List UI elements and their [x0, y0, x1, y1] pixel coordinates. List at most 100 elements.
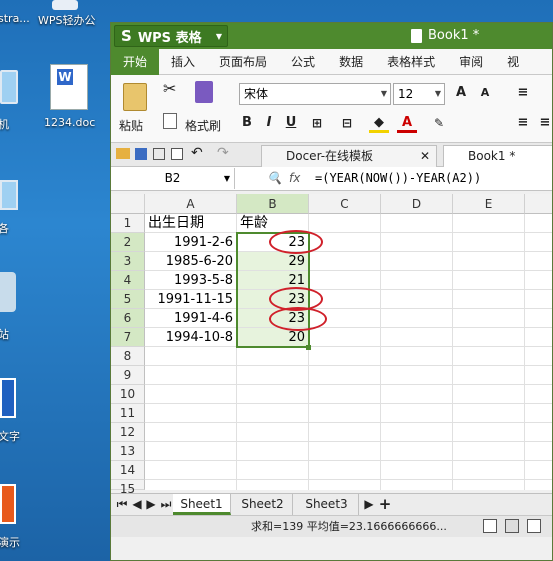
desktop-icon-presentation-label[interactable]: 演示	[0, 534, 20, 550]
desktop-icon-wps-label[interactable]: WPS轻办公	[38, 12, 96, 28]
close-icon[interactable]: ✕	[420, 146, 430, 166]
cell-a4[interactable]: 1993-5-8	[145, 271, 237, 290]
row-header[interactable]: 2	[111, 233, 145, 252]
cell-a1[interactable]: 出生日期	[145, 214, 237, 233]
cell-a6[interactable]: 1991-4-6	[145, 309, 237, 328]
cell-b1[interactable]: 年龄	[237, 214, 309, 233]
next-sheet-nav-icon[interactable]: ▶	[145, 494, 157, 515]
normal-view-icon[interactable]	[483, 519, 497, 533]
recycle-bin-icon[interactable]	[0, 272, 16, 312]
italic-button[interactable]: I	[259, 113, 279, 133]
font-name-select[interactable]: 宋体 ▼	[239, 83, 391, 105]
menu-formulas[interactable]: 公式	[279, 49, 327, 75]
desktop-icon-writer-label[interactable]: 文字	[0, 428, 20, 444]
cell-a7[interactable]: 1994-10-8	[145, 328, 237, 347]
zoom-search-icon[interactable]: 🔍	[267, 171, 282, 185]
sheet-tab-sheet3[interactable]: Sheet3	[295, 494, 359, 515]
tab-book1[interactable]: Book1 *	[443, 145, 552, 167]
row-header[interactable]: 8	[111, 347, 145, 366]
copy-icon[interactable]	[163, 113, 177, 129]
column-header-b[interactable]: B	[237, 194, 309, 214]
menu-home[interactable]: 开始	[111, 48, 160, 75]
column-header-a[interactable]: A	[145, 194, 237, 214]
last-sheet-nav-icon[interactable]: ⏭	[159, 494, 173, 515]
formula-input[interactable]: =(YEAR(NOW())-YEAR(A2))	[315, 168, 481, 189]
cell-a5[interactable]: 1991-11-15	[145, 290, 237, 309]
undo-icon[interactable]: ↶	[191, 145, 203, 161]
row-header[interactable]: 10	[111, 385, 145, 404]
menu-insert[interactable]: 插入	[159, 49, 207, 75]
cell-b6[interactable]: 23	[237, 309, 309, 328]
cut-icon[interactable]: ✂	[163, 79, 176, 98]
redo-icon[interactable]: ↷	[217, 145, 229, 161]
column-header-f[interactable]	[525, 194, 552, 214]
print-icon[interactable]	[153, 148, 165, 160]
row-header[interactable]: 7	[111, 328, 145, 347]
cell-b3[interactable]: 29	[237, 252, 309, 271]
row-header[interactable]: 12	[111, 423, 145, 442]
add-sheet-button[interactable]: +	[377, 494, 393, 515]
row-header[interactable]: 11	[111, 404, 145, 423]
cell-a3[interactable]: 1985-6-20	[145, 252, 237, 271]
cell-b5[interactable]: 23	[237, 290, 309, 309]
paste-icon[interactable]	[123, 83, 147, 111]
sheet-tab-sheet1[interactable]: Sheet1	[173, 494, 231, 515]
menu-view[interactable]: 视	[495, 49, 531, 75]
cell-b7[interactable]: 20	[237, 328, 309, 347]
menu-page-layout[interactable]: 页面布局	[207, 49, 279, 75]
wps-presentation-icon[interactable]	[0, 484, 16, 524]
desktop-icon-computer-label[interactable]: 机	[0, 116, 9, 132]
decrease-font-icon[interactable]: A	[475, 83, 495, 103]
wps-app-menu-button[interactable]: S WPS 表格 ▼	[114, 25, 228, 47]
font-color-icon[interactable]: A	[397, 113, 417, 133]
network-icon[interactable]	[0, 180, 18, 210]
scroll-right-icon[interactable]: ▶	[363, 494, 375, 515]
page-break-view-icon[interactable]	[505, 519, 519, 533]
tab-docer-templates[interactable]: Docer-在线模板 ✕	[261, 145, 437, 167]
format-painter-icon[interactable]	[195, 81, 213, 103]
row-header[interactable]: 13	[111, 442, 145, 461]
sheet-tab-sheet2[interactable]: Sheet2	[233, 494, 293, 515]
insert-function-button[interactable]: fx	[289, 171, 300, 185]
computer-icon[interactable]	[0, 70, 18, 104]
column-header-e[interactable]: E	[453, 194, 525, 214]
border-icon[interactable]: ⊞	[307, 113, 327, 133]
merge-icon[interactable]: ⊟	[337, 113, 357, 133]
wps-writer-icon[interactable]	[0, 378, 16, 418]
row-header[interactable]: 15	[111, 480, 145, 496]
fill-color-icon[interactable]: ◆	[369, 113, 389, 133]
fill-handle[interactable]	[306, 345, 311, 350]
paste-button[interactable]: 粘贴	[119, 117, 143, 134]
desktop-icon-label[interactable]: stra...	[0, 12, 30, 25]
page-layout-view-icon[interactable]	[527, 519, 541, 533]
first-sheet-nav-icon[interactable]: ⏮	[115, 494, 129, 515]
prev-sheet-nav-icon[interactable]: ◀	[131, 494, 143, 515]
wps-cloud-icon[interactable]	[52, 0, 78, 10]
column-header-d[interactable]: D	[381, 194, 453, 214]
row-header[interactable]: 3	[111, 252, 145, 271]
row-header[interactable]: 4	[111, 271, 145, 290]
column-header-c[interactable]: C	[309, 194, 381, 214]
align-center-icon[interactable]: ≡	[535, 113, 552, 133]
cell-a2[interactable]: 1991-2-6	[145, 233, 237, 252]
cell-b2[interactable]: 23	[237, 233, 309, 252]
menu-data[interactable]: 数据	[327, 49, 375, 75]
align-top-icon[interactable]: ≡	[513, 83, 533, 103]
corner-select-all[interactable]	[111, 194, 145, 214]
save-icon[interactable]	[135, 148, 147, 160]
desktop-icon-doc-label[interactable]: 1234.doc	[44, 116, 95, 129]
format-painter-button[interactable]: 格式刷	[185, 117, 221, 134]
row-header[interactable]: 9	[111, 366, 145, 385]
desktop-icon-network-label[interactable]: 各	[0, 220, 9, 236]
row-header[interactable]: 1	[111, 214, 145, 233]
menu-table-style[interactable]: 表格样式	[375, 49, 447, 75]
print-preview-icon[interactable]	[171, 148, 183, 160]
open-folder-icon[interactable]	[116, 148, 130, 159]
underline-button[interactable]: U	[281, 113, 301, 133]
row-header[interactable]: 6	[111, 309, 145, 328]
cell-b4[interactable]: 21	[237, 271, 309, 290]
clear-format-icon[interactable]: ✎	[429, 113, 449, 133]
align-left-icon[interactable]: ≡	[513, 113, 533, 133]
menu-review[interactable]: 审阅	[447, 49, 495, 75]
name-box[interactable]: B2 ▼	[111, 168, 235, 189]
